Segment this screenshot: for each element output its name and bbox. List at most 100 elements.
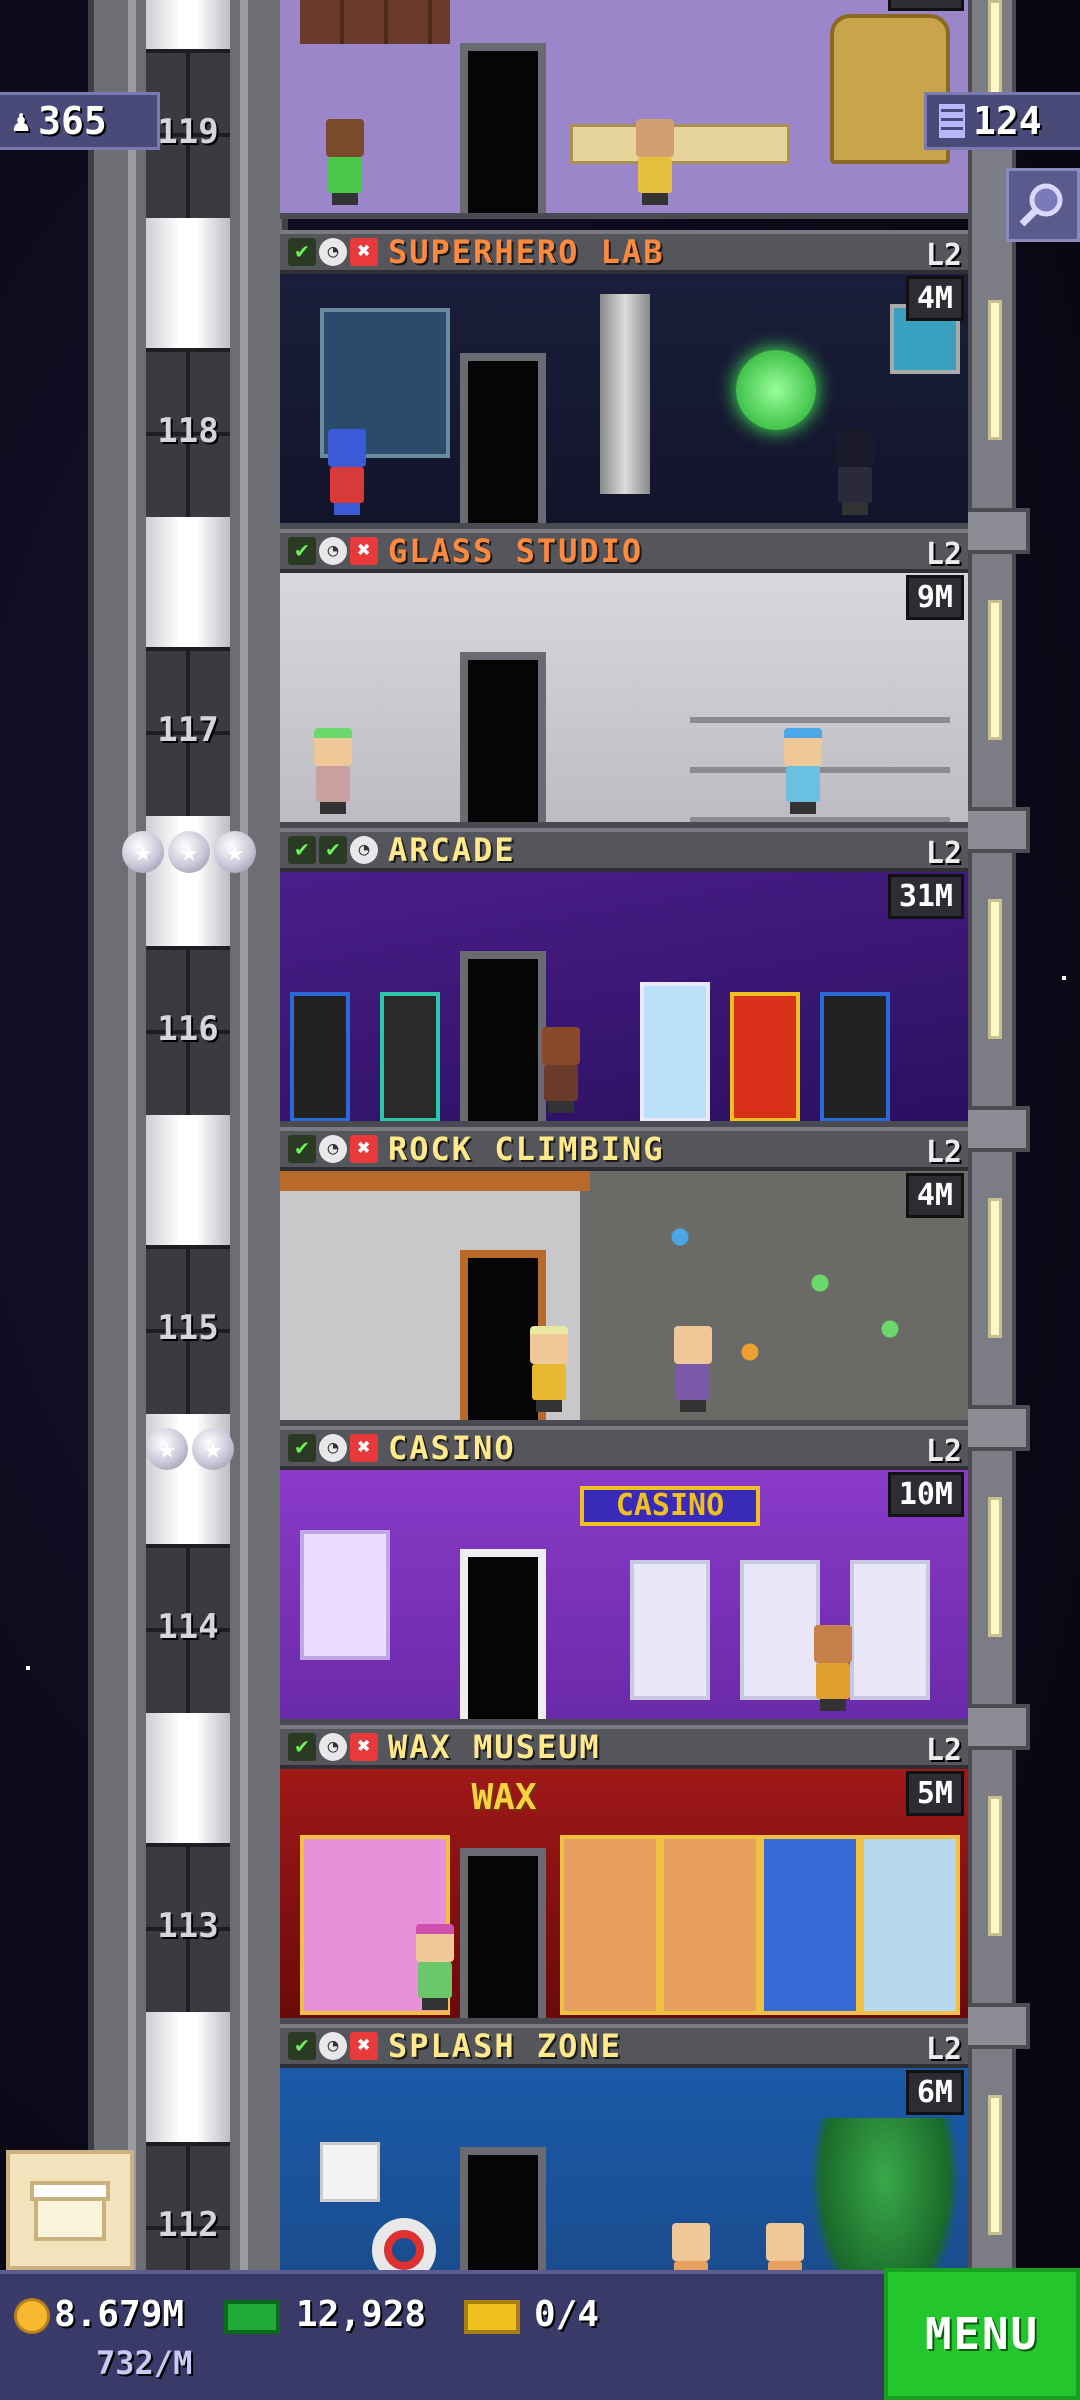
- star-icon: ★: [122, 831, 164, 873]
- floor-113[interactable]: ✔ ◔ ✖ WAX MUSEUM L2 5M WAX: [280, 1725, 968, 2024]
- floor-number: 118: [157, 411, 219, 451]
- clock-icon: ◔: [319, 1434, 347, 1462]
- shaft-segment: [146, 2012, 230, 2311]
- floor-header: ✔ ◔ ✖ ROCK CLIMBING L2: [280, 1127, 968, 1171]
- floor-room-glass-studio[interactable]: 9M: [280, 573, 968, 828]
- status-icons: ✔ ✔ ◔: [288, 836, 378, 864]
- search-button[interactable]: [1006, 168, 1080, 242]
- star-icon: ★: [192, 1428, 234, 1470]
- floor-room-rock-climbing[interactable]: 4M: [280, 1171, 968, 1426]
- population-value: 365: [38, 99, 107, 143]
- floor-header: ✔ ◔ ✖ SUPERHERO LAB L2: [280, 230, 968, 274]
- floor-room-wax-museum[interactable]: 5M WAX: [280, 1769, 968, 2024]
- status-icons: ✔ ◔ ✖: [288, 537, 378, 565]
- tower-light: [988, 2095, 1002, 2235]
- floor-114[interactable]: ✔ ◔ ✖ CASINO L2 10M CASINO: [280, 1426, 968, 1725]
- star-icon: ★: [214, 831, 256, 873]
- slot-machine: [850, 1560, 930, 1700]
- floor-room-bakery[interactable]: 10M: [280, 0, 968, 219]
- tower-bracket: [962, 807, 1030, 853]
- check-icon: ✔: [319, 836, 347, 864]
- floor-119[interactable]: 10M: [280, 0, 968, 219]
- check-icon: ✔: [288, 2032, 316, 2060]
- wax-exhibit: [760, 1835, 860, 2015]
- floor-117[interactable]: ✔ ◔ ✖ GLASS STUDIO L2 9M: [280, 529, 968, 828]
- coins-value: 8.679M: [54, 2294, 185, 2335]
- floor-level: L2: [925, 537, 962, 572]
- bux-icon: [224, 2300, 280, 2334]
- floor-number: 112: [157, 2205, 219, 2245]
- tower-light: [988, 1198, 1002, 1338]
- floor-116[interactable]: ✔ ✔ ◔ ARCADE L2 31M: [280, 828, 968, 1127]
- check-icon: ✔: [288, 1733, 316, 1761]
- bitizen[interactable]: [308, 728, 358, 814]
- bitizen[interactable]: [524, 1326, 574, 1412]
- bitizen[interactable]: [630, 119, 680, 205]
- tower-light: [988, 1497, 1002, 1637]
- restock-timer: 10M: [887, 0, 964, 11]
- clock-icon: ◔: [319, 1733, 347, 1761]
- clock-icon: ◔: [319, 537, 347, 565]
- floor-star-rating: ★ ★: [146, 1428, 234, 1470]
- tower-bracket: [962, 2003, 1030, 2049]
- restock-timer: 5M: [905, 1771, 964, 1816]
- coin-icon: [14, 2298, 50, 2334]
- floor-name: CASINO: [388, 1429, 516, 1467]
- floor-header: ✔ ◔ ✖ GLASS STUDIO L2: [280, 529, 968, 573]
- floor-header: ✔ ✔ ◔ ARCADE L2: [280, 828, 968, 872]
- check-icon: ✔: [288, 238, 316, 266]
- floor-level: L2: [925, 1733, 962, 1768]
- check-icon: ✔: [288, 1434, 316, 1462]
- x-icon: ✖: [350, 2032, 378, 2060]
- floor-118[interactable]: ✔ ◔ ✖ SUPERHERO LAB L2 4M: [280, 230, 968, 529]
- check-icon: ✔: [288, 537, 316, 565]
- floor-number: 116: [157, 1009, 219, 1049]
- bitizen[interactable]: [778, 728, 828, 814]
- clock-icon: ◔: [319, 1135, 347, 1163]
- menu-button[interactable]: MENU: [884, 2268, 1080, 2400]
- shaft-segment: [146, 1713, 230, 2012]
- bitizen[interactable]: [320, 119, 370, 205]
- crate-icon: [30, 2181, 110, 2241]
- floor-room-arcade[interactable]: 31M: [280, 872, 968, 1127]
- restock-timer: 4M: [905, 1173, 964, 1218]
- person-icon: ♟: [12, 103, 31, 139]
- bitizen[interactable]: [536, 1027, 586, 1113]
- arcade-machine: [380, 992, 440, 1121]
- population-counter[interactable]: ♟ 365: [0, 92, 160, 150]
- floor-level: L2: [925, 1135, 962, 1170]
- x-icon: ✖: [350, 238, 378, 266]
- star-icon: ★: [146, 1428, 188, 1470]
- floor-number: 117: [157, 710, 219, 750]
- tickets-value[interactable]: 0/4: [534, 2294, 599, 2335]
- x-icon: ✖: [350, 537, 378, 565]
- bux-value[interactable]: 12,928: [296, 2294, 426, 2335]
- bitizen[interactable]: [322, 429, 372, 515]
- shelf-bricks: [300, 0, 450, 44]
- check-icon: ✔: [288, 1135, 316, 1163]
- floor-door: [460, 1848, 546, 2018]
- floor-115[interactable]: ✔ ◔ ✖ ROCK CLIMBING L2 4M: [280, 1127, 968, 1426]
- x-icon: ✖: [350, 1733, 378, 1761]
- bitizen[interactable]: [808, 1625, 858, 1711]
- floor-room-superhero-lab[interactable]: 4M: [280, 274, 968, 529]
- bitizen[interactable]: [830, 429, 880, 515]
- building-icon: [939, 104, 965, 138]
- ticket-icon: [464, 2300, 520, 2334]
- floor-header: ✔ ◔ ✖ WAX MUSEUM L2: [280, 1725, 968, 1769]
- floors-counter[interactable]: 124: [924, 92, 1080, 150]
- restock-timer: 31M: [887, 874, 964, 919]
- floor-name: ROCK CLIMBING: [388, 1130, 665, 1168]
- floor-number: 113: [157, 1906, 219, 1946]
- clock-icon: ◔: [319, 2032, 347, 2060]
- floor-name: ARCADE: [388, 831, 516, 869]
- floor-door: [460, 652, 546, 822]
- floor-room-casino[interactable]: 10M CASINO: [280, 1470, 968, 1725]
- wax-exhibit: [660, 1835, 760, 2015]
- bitizen[interactable]: [410, 1924, 460, 2010]
- crate-button[interactable]: [6, 2150, 134, 2270]
- floor-door: [460, 353, 546, 523]
- bitizen[interactable]: [668, 1326, 718, 1412]
- floor-door: [460, 951, 546, 1121]
- status-icons: ✔ ◔ ✖: [288, 1434, 378, 1462]
